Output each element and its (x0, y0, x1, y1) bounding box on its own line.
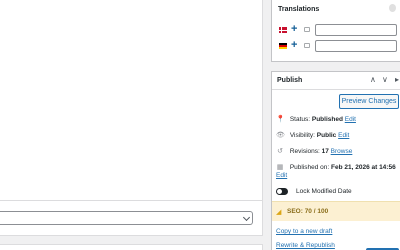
add-translation-icon[interactable]: + (291, 23, 297, 35)
rewrite-republish-link[interactable]: Rewrite & Republish (276, 242, 335, 249)
translation-search-input[interactable] (315, 24, 397, 36)
copy-icon[interactable] (304, 27, 310, 32)
select-dropdown[interactable] (0, 211, 253, 225)
visibility-label: Visibility: (289, 132, 315, 139)
published-row: ▦ Published on: Feb 21, 2026 at 14:56 Ed… (276, 164, 400, 180)
visibility-edit-link[interactable]: Edit (338, 132, 349, 139)
seo-signal-icon: ◢ (276, 209, 282, 216)
revisions-label: Revisions: (289, 148, 320, 155)
translations-title: Translations (278, 6, 320, 13)
publish-box: Publish ∧ ∨ ▸ Preview Changes 📍 Status: … (271, 71, 400, 250)
copy-icon[interactable] (304, 43, 310, 48)
published-value: Feb 21, 2026 at 14:56 (331, 164, 396, 171)
translation-row-german: + (279, 39, 400, 52)
calendar-icon: ▦ (276, 164, 284, 171)
add-translation-icon[interactable]: + (291, 39, 297, 51)
pin-icon: 📍 (276, 116, 285, 123)
collapse-toggle-icon[interactable] (389, 4, 396, 12)
lock-modified-date-label: Lock Modified Date (296, 188, 352, 195)
status-edit-link[interactable]: Edit (345, 116, 356, 123)
preview-changes-button[interactable]: Preview Changes (339, 94, 399, 109)
status-value: Published (311, 116, 343, 123)
danish-flag-icon (279, 27, 287, 33)
revisions-browse-link[interactable]: Browse (331, 148, 353, 155)
toggle-panel-icon[interactable]: ▸ (395, 75, 399, 84)
translation-row-danish: + (279, 23, 400, 36)
published-edit-link[interactable]: Edit (276, 172, 287, 179)
german-flag-icon (279, 43, 287, 49)
seo-score-text: SEO: 70 / 100 (287, 208, 329, 215)
visibility-row: 👁 Visibility: Public Edit (276, 132, 349, 140)
history-icon: ↺ (277, 148, 283, 155)
published-label: Published on: (289, 164, 330, 171)
revisions-value: 17 (321, 148, 329, 155)
chevron-down-icon[interactable]: ∨ (382, 75, 388, 84)
chevron-down-icon (242, 213, 251, 222)
translation-search-input[interactable] (315, 40, 397, 52)
chevron-up-icon[interactable]: ∧ (370, 75, 376, 84)
status-label: Status: (289, 116, 311, 123)
publish-header: Publish ∧ ∨ ▸ (272, 72, 400, 90)
translations-box: Translations + + (271, 0, 400, 62)
lock-modified-date-toggle[interactable] (276, 188, 288, 195)
copy-to-draft-link[interactable]: Copy to a new draft (276, 228, 332, 235)
seo-score-bar: ◢ SEO: 70 / 100 (272, 201, 400, 221)
revisions-row: ↺ Revisions: 17 Browse (276, 148, 352, 156)
editor-panel-lower (0, 244, 263, 250)
eye-icon: 👁 (276, 132, 285, 139)
status-row: 📍 Status: Published Edit (276, 116, 356, 124)
publish-title: Publish (277, 77, 303, 84)
visibility-value: Public (316, 132, 337, 139)
editor-divider (0, 200, 262, 201)
